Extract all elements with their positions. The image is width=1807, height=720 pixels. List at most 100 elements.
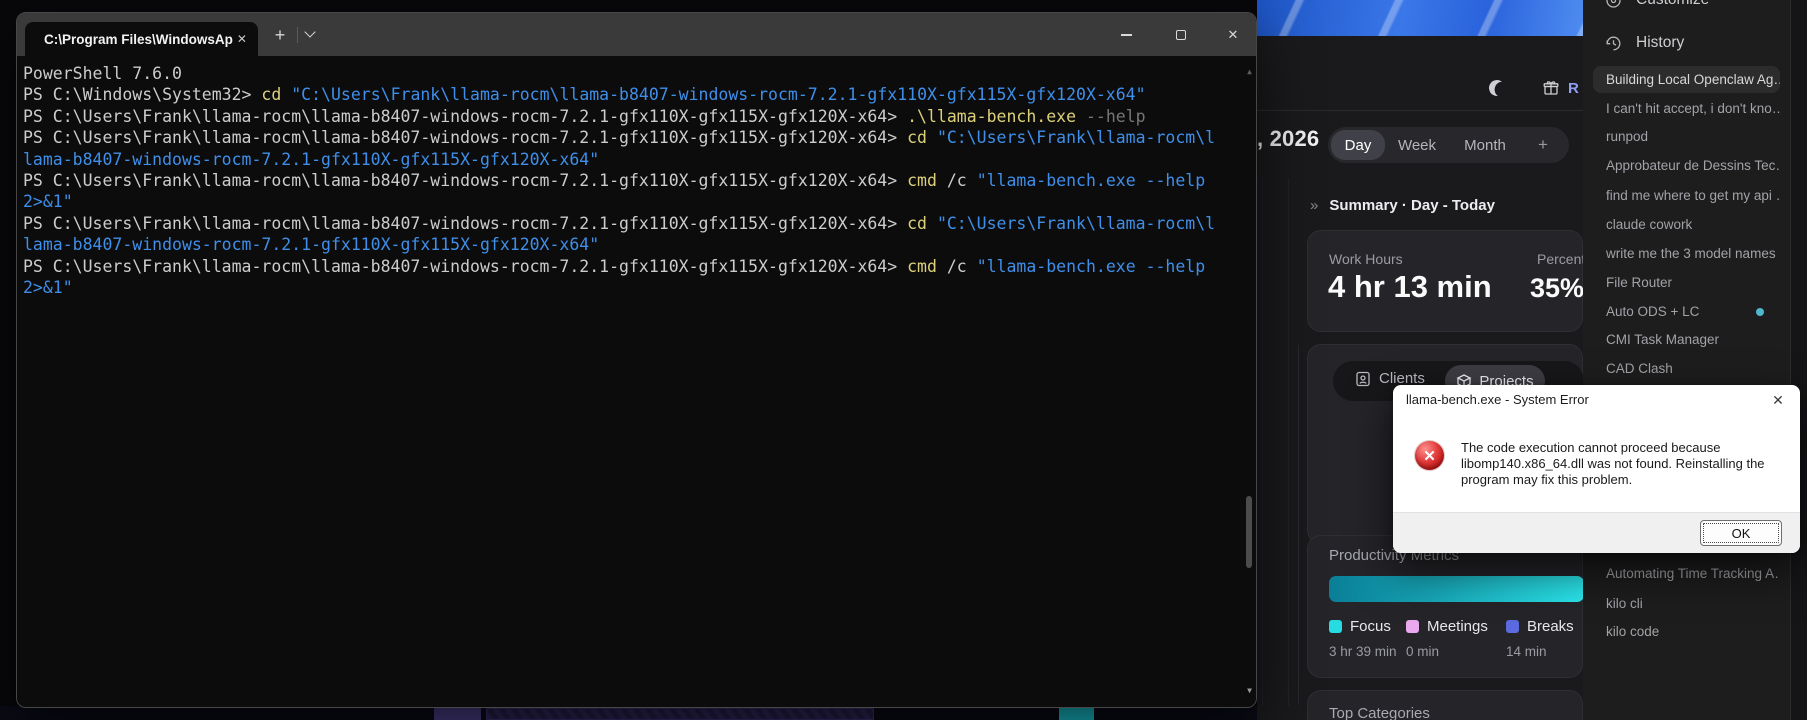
percent-value: 35%: [1530, 273, 1584, 304]
error-icon: ✕: [1415, 441, 1444, 470]
timeline-strip: [0, 706, 1257, 720]
legend-label: Meetings: [1427, 618, 1488, 635]
legend-value: 14 min: [1506, 644, 1574, 659]
history-item[interactable]: I can't hit accept, i don't kno…: [1593, 95, 1780, 122]
close-button[interactable]: ✕: [1210, 13, 1256, 56]
history-sidebar: Customize History Building Local Opencla…: [1583, 0, 1790, 720]
history-item[interactable]: find me where to get my api …: [1593, 182, 1780, 209]
productivity-bar: [1329, 576, 1584, 602]
terminal-tab[interactable]: C:\ C:\Program Files\WindowsAp ✕: [25, 22, 258, 56]
chart-gridline: [1262, 178, 1263, 706]
time-tracker-window: R , 2026 Day Week Month + » Summary · Day…: [1257, 0, 1583, 720]
sidebar-item-history[interactable]: History: [1605, 34, 1684, 52]
history-clock-icon: [1605, 35, 1622, 52]
timeline-segment: [434, 708, 481, 720]
terminal-line: PowerShell 7.6.0: [23, 63, 1234, 84]
unread-dot-icon: [1756, 308, 1764, 316]
range-tab-day[interactable]: Day: [1331, 130, 1385, 160]
terminal-line: lama-b8407-windows-rocm-7.2.1-gfx110X-gf…: [23, 234, 1234, 255]
legend-value: 0 min: [1406, 644, 1488, 659]
refer-link[interactable]: R: [1568, 80, 1579, 97]
dialog-message: The code execution cannot proceed becaus…: [1461, 440, 1786, 487]
legend-swatch: [1506, 620, 1519, 633]
scrollbar-up-icon[interactable]: ▲: [1247, 61, 1252, 82]
work-hours-label: Work Hours: [1329, 251, 1403, 267]
terminal-line: PS C:\Users\Frank\llama-rocm\llama-b8407…: [23, 170, 1234, 191]
legend-value: 3 hr 39 min: [1329, 644, 1397, 659]
divider: [297, 27, 298, 43]
legend-swatch: [1329, 620, 1342, 633]
chat-main-panel-edge: [1790, 0, 1807, 720]
history-item[interactable]: File Router: [1593, 269, 1780, 296]
range-tab-week[interactable]: Week: [1385, 130, 1449, 160]
terminal-line: PS C:\Users\Frank\llama-rocm\llama-b8407…: [23, 256, 1234, 277]
summary-heading: » Summary · Day - Today: [1310, 197, 1495, 214]
terminal-line: lama-b8407-windows-rocm-7.2.1-gfx110X-gf…: [23, 149, 1234, 170]
legend-item: Breaks 14 min: [1506, 618, 1574, 659]
terminal-line: 2>&1": [23, 191, 1234, 212]
history-item[interactable]: CMI Task Manager: [1593, 326, 1780, 353]
chart-gridline: [1298, 345, 1299, 705]
range-tab-add[interactable]: +: [1521, 130, 1565, 160]
history-item[interactable]: claude cowork: [1593, 211, 1780, 238]
dark-mode-moon-icon[interactable]: [1487, 78, 1507, 98]
range-segmented-control: Day Week Month +: [1328, 127, 1569, 163]
chart-gridline: [1288, 178, 1289, 706]
history-item[interactable]: Automating Time Tracking A…: [1593, 560, 1780, 587]
range-tab-month[interactable]: Month: [1449, 130, 1521, 160]
double-chevron-icon[interactable]: »: [1310, 197, 1318, 214]
sidebar-history-label: History: [1636, 34, 1684, 52]
sidebar-item-customize[interactable]: Customize: [1605, 0, 1709, 9]
gift-icon[interactable]: [1543, 80, 1559, 96]
terminal-titlebar[interactable]: C:\ C:\Program Files\WindowsAp ✕ + ✕: [17, 13, 1256, 56]
sidebar-customize-label: Customize: [1636, 0, 1709, 9]
percent-label: Percent: [1537, 251, 1585, 267]
history-item[interactable]: runpod: [1593, 123, 1780, 150]
history-item[interactable]: Building Local Openclaw Ag…: [1593, 66, 1780, 93]
dialog-message-line: libomp140.x86_64.dll was not found. Rein…: [1461, 456, 1786, 472]
system-error-dialog: llama-bench.exe - System Error ✕ ✕ The c…: [1393, 385, 1800, 553]
desktop: R , 2026 Day Week Month + » Summary · Day…: [0, 0, 1807, 720]
history-item[interactable]: kilo cli: [1593, 590, 1780, 617]
summary-heading-text: Summary · Day - Today: [1329, 197, 1495, 214]
work-hours-value: 4 hr 13 min: [1328, 269, 1492, 305]
dialog-close-icon[interactable]: ✕: [1766, 389, 1790, 411]
legend-label: Breaks: [1527, 618, 1574, 635]
legend-item: Focus 3 hr 39 min: [1329, 618, 1397, 659]
date-label: , 2026: [1257, 126, 1319, 152]
customize-badge-icon: [1605, 0, 1622, 9]
tab-close-icon[interactable]: ✕: [233, 30, 251, 48]
minimize-button[interactable]: [1103, 13, 1149, 56]
history-item[interactable]: write me the 3 model names: [1593, 240, 1780, 267]
divider: [1257, 110, 1583, 111]
history-item[interactable]: CAD Clash: [1593, 355, 1780, 382]
terminal-line: PS C:\Users\Frank\llama-rocm\llama-b8407…: [23, 106, 1234, 127]
legend-swatch: [1406, 620, 1419, 633]
legend-item: Meetings 0 min: [1406, 618, 1488, 659]
top-categories-card: Top Categories: [1307, 690, 1583, 720]
dialog-message-line: program may fix this problem.: [1461, 472, 1786, 488]
scrollbar-down-icon[interactable]: ▼: [1247, 680, 1252, 701]
error-x-glyph: ✕: [1423, 447, 1436, 465]
terminal-line: PS C:\Users\Frank\llama-rocm\llama-b8407…: [23, 127, 1234, 148]
ok-button[interactable]: OK: [1700, 520, 1782, 546]
history-item[interactable]: Approbateur de Dessins Tec…: [1593, 152, 1780, 179]
dialog-message-line: The code execution cannot proceed becaus…: [1461, 440, 1786, 456]
new-tab-button[interactable]: +: [267, 22, 293, 48]
history-item[interactable]: Auto ODS + LC: [1593, 298, 1780, 325]
terminal-line: 2>&1": [23, 277, 1234, 298]
desktop-wallpaper: [1257, 0, 1583, 36]
productivity-card: Productivity Metrics Focus3 hr 39 minMee…: [1307, 535, 1583, 678]
terminal-window: C:\ C:\Program Files\WindowsAp ✕ + ✕ Pow…: [16, 12, 1257, 708]
history-item[interactable]: kilo code: [1593, 618, 1780, 645]
tab-dropdown-chevron-icon[interactable]: [305, 28, 314, 37]
terminal-line: PS C:\Windows\System32> cd "C:\Users\Fra…: [23, 84, 1234, 105]
timeline-segment: [1059, 708, 1094, 720]
terminal-tab-title: C:\Program Files\WindowsAp: [44, 32, 233, 47]
maximize-button[interactable]: [1158, 13, 1204, 56]
legend-label: Focus: [1350, 618, 1391, 635]
terminal-content[interactable]: PowerShell 7.6.0PS C:\Windows\System32> …: [17, 56, 1256, 707]
terminal-line: PS C:\Users\Frank\llama-rocm\llama-b8407…: [23, 213, 1234, 234]
dialog-title: llama-bench.exe - System Error: [1406, 385, 1589, 413]
scrollbar-thumb[interactable]: [1246, 496, 1252, 568]
